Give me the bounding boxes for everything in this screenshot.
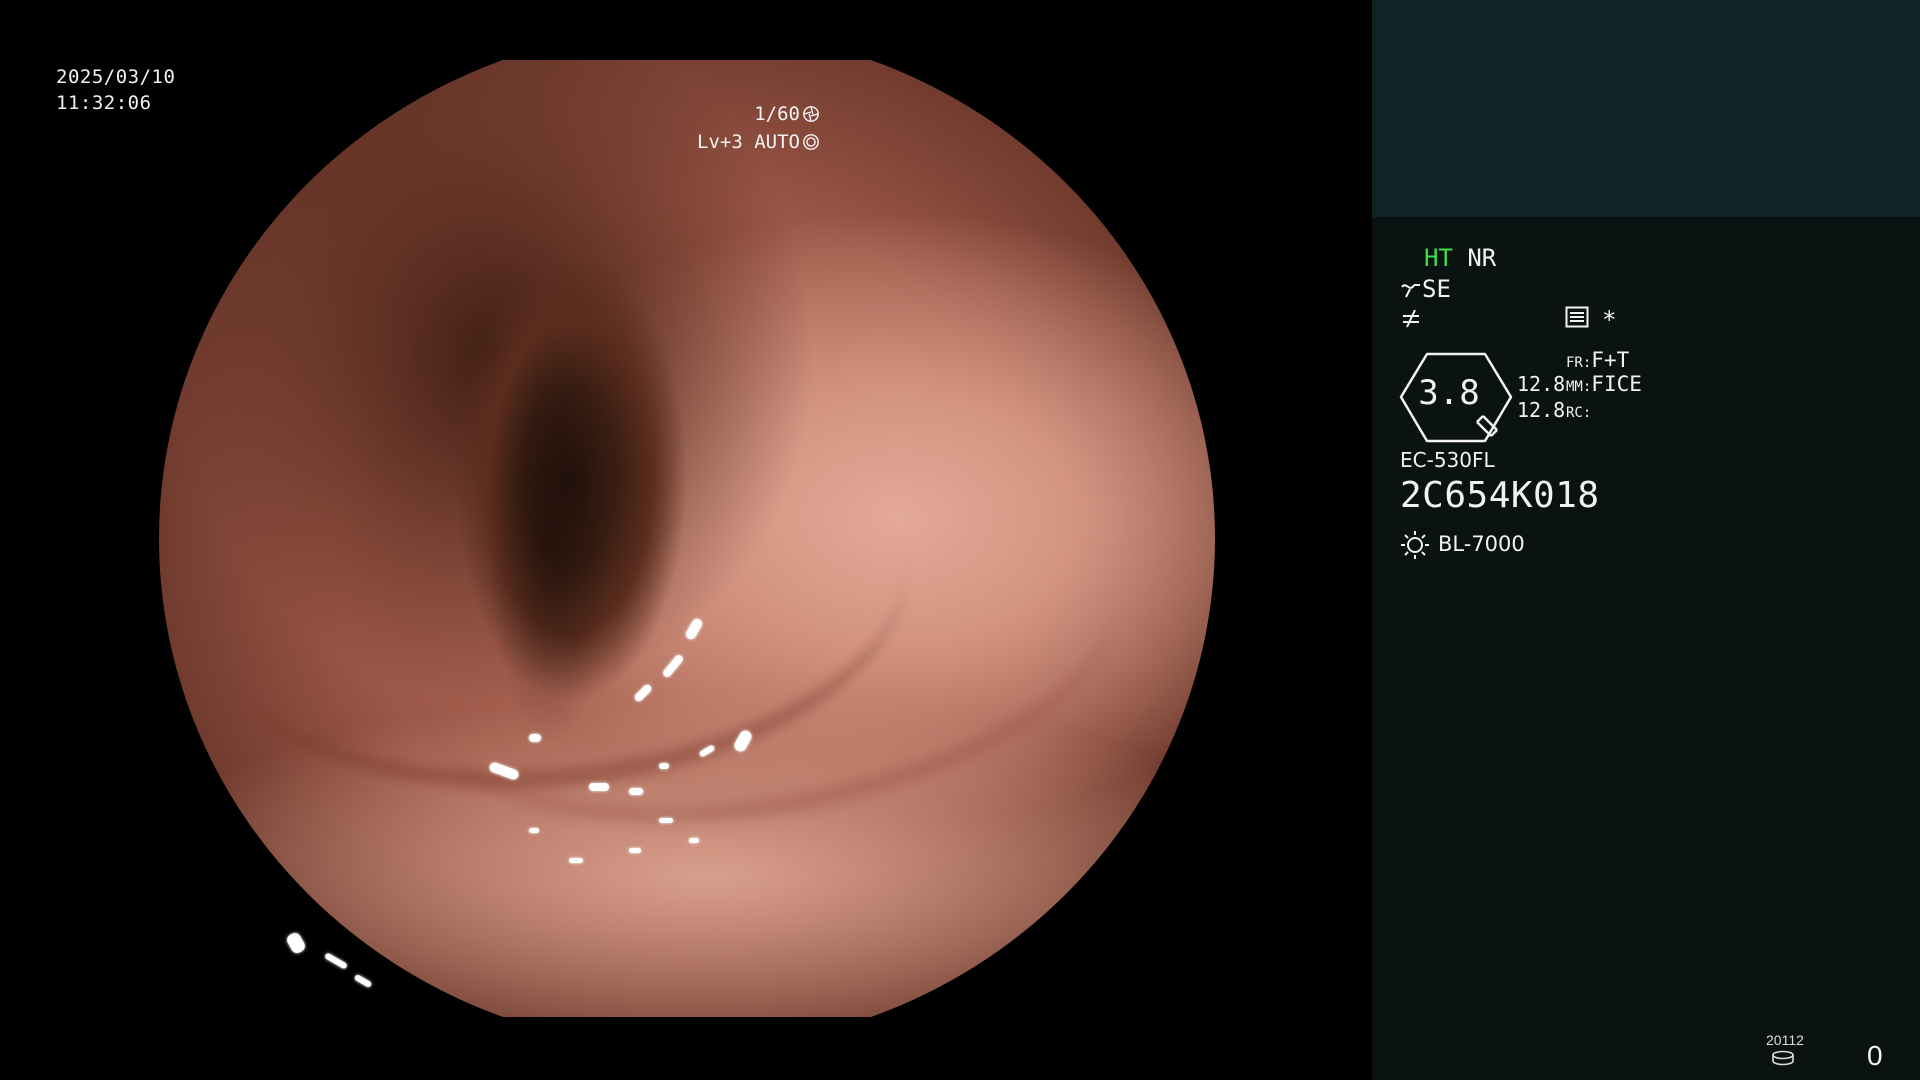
iris-auto-icon: [803, 134, 819, 150]
mm-label: MM:: [1566, 379, 1592, 395]
shutter-speed: 1/60: [754, 103, 800, 125]
light-source-icon: [1401, 531, 1429, 559]
exposure-settings: 1/60 Lv+3 AUTO: [697, 100, 820, 156]
star-indicator: *: [1602, 306, 1617, 334]
time-text: 11:32:06: [56, 92, 152, 114]
iris-level: Lv+3 AUTO: [697, 131, 800, 153]
settings-list-icon: [1565, 306, 1589, 328]
endoscope-image: [159, 60, 1215, 1017]
rc-label: RC:: [1566, 405, 1592, 421]
rc-row: RC:: [1566, 398, 1591, 425]
mm-row: MM:FICE: [1566, 372, 1642, 399]
nr-indicator: NR: [1467, 244, 1497, 272]
specular-highlight: [324, 952, 348, 970]
date-text: 2025/03/10: [56, 66, 176, 88]
structure-enhance-icon: [1401, 284, 1420, 298]
specular-highlight: [629, 848, 641, 853]
light-source-model: BL-7000: [1438, 532, 1525, 556]
ht-indicator: HT: [1424, 244, 1453, 272]
fr-label: FR:: [1566, 355, 1592, 371]
structure-mode: SE: [1422, 275, 1451, 303]
scope-serial: 2C654K018: [1400, 475, 1600, 516]
color-tone-icon: [1403, 309, 1419, 328]
specular-highlight: [353, 973, 373, 989]
counter-value: 0: [1867, 1040, 1883, 1071]
zoom-value: 3.8: [1418, 373, 1480, 413]
shutter-row: 1/60: [697, 100, 820, 128]
mm-value: FICE: [1591, 372, 1642, 396]
storage-icon: [1772, 1050, 1794, 1066]
specular-highlight: [529, 828, 539, 833]
value-1: 12.8: [1517, 372, 1566, 396]
iris-row: Lv+3 AUTO: [697, 128, 820, 156]
specular-highlight: [659, 818, 673, 823]
specular-highlight: [659, 763, 669, 769]
specular-highlight: [529, 734, 541, 742]
endoscope-view: 2025/03/10 11:32:06 1/60 Lv+3 AUTO: [0, 0, 1372, 1080]
date-time-display: 2025/03/10 11:32:06: [56, 64, 175, 116]
specular-highlight: [284, 930, 308, 956]
specular-highlight: [629, 788, 643, 795]
counter-label: 20112: [1766, 1032, 1804, 1048]
value-2: 12.8: [1517, 398, 1566, 422]
fr-value: F+T: [1591, 348, 1630, 372]
endoscope-image-frame: [159, 60, 1215, 1017]
panel-header-area: [1372, 0, 1920, 217]
specular-highlight: [689, 838, 699, 843]
info-panel: HT NR SE * 3.8 12.8 12.8 FR:F+T MM:FICE …: [1372, 0, 1920, 1080]
enhance-row: HT NR: [1424, 244, 1496, 272]
scope-model: EC-530FL: [1400, 448, 1495, 472]
fr-row: FR:F+T: [1566, 348, 1629, 375]
aperture-icon: [803, 106, 819, 122]
specular-highlight: [569, 858, 583, 863]
structure-row: SE: [1400, 275, 1451, 303]
specular-highlight: [589, 783, 609, 791]
